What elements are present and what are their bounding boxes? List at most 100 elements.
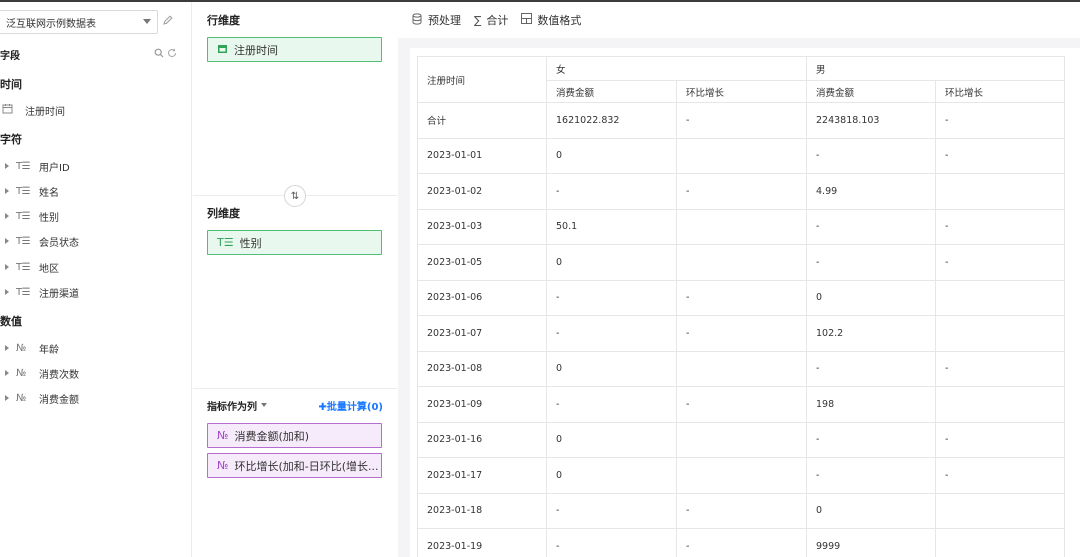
table-cell: - [935, 208, 1065, 245]
row-label-cell: 2023-01-16 [417, 421, 547, 458]
row-label-cell: 合计 [417, 102, 547, 139]
column-sub-header: 环比增长 [935, 80, 1065, 103]
field-item-gender[interactable]: T☰ 性别 [0, 207, 190, 225]
fields-panel: 泛互联网示例数据表 字段 时间 注册时间 字符 T☰ 用户ID T☰ 姓名 T☰… [0, 2, 192, 557]
table-row: 2023-01-05 0 - - [417, 244, 1065, 281]
table-cell [935, 279, 1065, 316]
field-item-age[interactable]: № 年龄 [0, 339, 190, 357]
field-item-label: 年龄 [39, 344, 59, 356]
table-cell [935, 315, 1065, 352]
swap-dimensions-icon[interactable]: ⇅ [284, 185, 306, 207]
search-icon[interactable] [154, 48, 164, 58]
batch-calc-button[interactable]: ✚批量计算(0) [319, 398, 384, 413]
total-button[interactable]: ∑ 合计 [474, 12, 508, 28]
number-type-icon: № [16, 392, 26, 404]
text-type-icon: T☰ [16, 210, 31, 222]
table-cell: 102.2 [806, 315, 936, 352]
metrics-header: 指标作为列 ✚批量计算(0) [207, 396, 384, 413]
expand-arrow-icon[interactable] [5, 213, 9, 219]
table-cell: - [935, 244, 1065, 281]
column-sub-header: 消费金额 [546, 80, 677, 103]
table-row: 合计 1621022.832-2243818.103- [417, 102, 1065, 139]
table-cell: 0 [546, 457, 677, 494]
table-cell: - [676, 386, 807, 423]
column-dimension-title: 列维度 [207, 207, 240, 220]
table-cell: - [806, 208, 936, 245]
table-cell: - [676, 173, 807, 210]
datasource-select-label: 泛互联网示例数据表 [6, 18, 96, 30]
refresh-icon[interactable] [167, 48, 177, 58]
expand-arrow-icon[interactable] [5, 370, 9, 376]
text-type-icon: T☰ [16, 235, 31, 247]
table-cell: - [676, 315, 807, 352]
table-cell [676, 244, 807, 281]
expand-arrow-icon[interactable] [5, 238, 9, 244]
table-cell [935, 492, 1065, 529]
table-row: 2023-01-16 0 - - [417, 421, 1065, 458]
calendar-icon [217, 43, 228, 57]
column-group-header: 女 [546, 56, 807, 81]
table-cell: - [546, 173, 677, 210]
field-item-consume-count[interactable]: № 消费次数 [0, 364, 190, 382]
table-cell: 0 [546, 350, 677, 387]
table-cell: - [806, 457, 936, 494]
expand-arrow-icon[interactable] [5, 289, 9, 295]
metric-chip[interactable]: № 消费金额(加和) [207, 423, 382, 448]
expand-arrow-icon[interactable] [5, 188, 9, 194]
table-row: 2023-01-19- -9999 [417, 528, 1065, 557]
table-cell: - [935, 137, 1065, 174]
field-item-label: 消费次数 [39, 369, 79, 381]
expand-arrow-icon[interactable] [5, 264, 9, 270]
metric-chip[interactable]: № 环比增长(加和-日环比(增长... [207, 453, 382, 478]
row-label-cell: 2023-01-17 [417, 457, 547, 494]
table-cell: 9999 [806, 528, 936, 557]
field-item-register-time[interactable]: 注册时间 [0, 101, 190, 119]
table-cell: - [676, 279, 807, 316]
table-cell: 2243818.103 [806, 102, 936, 139]
field-item-label: 注册时间 [25, 106, 65, 118]
table-cell [935, 386, 1065, 423]
table-cell: - [806, 137, 936, 174]
table-cell: - [806, 350, 936, 387]
field-item-channel[interactable]: T☰ 注册渠道 [0, 283, 190, 301]
table-row: 2023-01-09- -198 [417, 386, 1065, 423]
row-dimension-chip[interactable]: 注册时间 [207, 37, 382, 62]
table-row: 2023-01-03 50.1 - - [417, 208, 1065, 245]
divider [193, 388, 397, 389]
batch-calc-label: 批量计算(0) [326, 402, 383, 413]
column-dimension-chip[interactable]: T☰ 性别 [207, 230, 382, 255]
number-type-icon: № [16, 367, 26, 379]
toolbar: 预处理 ∑ 合计 数值格式 [398, 2, 1080, 38]
edit-icon[interactable] [162, 14, 174, 26]
table-cell: 1621022.832 [546, 102, 677, 139]
row-label-cell: 2023-01-01 [417, 137, 547, 174]
metrics-as-column-select[interactable]: 指标作为列 [207, 398, 257, 413]
field-item-member-status[interactable]: T☰ 会员状态 [0, 232, 190, 250]
table-cell [676, 421, 807, 458]
database-icon [412, 12, 423, 28]
datasource-select[interactable]: 泛互联网示例数据表 [0, 10, 158, 34]
dimensions-panel: 行维度 注册时间 ⇅ 列维度 T☰ 性别 指标作为列 ✚批量计算(0) № 消费… [193, 2, 397, 557]
field-item-consume-amount[interactable]: № 消费金额 [0, 389, 190, 407]
table-cell: - [546, 386, 677, 423]
app-root: 泛互联网示例数据表 字段 时间 注册时间 字符 T☰ 用户ID T☰ 姓名 T☰… [0, 0, 1080, 557]
column-sub-header: 消费金额 [806, 80, 936, 103]
table-cell: - [935, 350, 1065, 387]
number-format-button[interactable]: 数值格式 [521, 12, 581, 28]
field-item-label: 性别 [39, 212, 59, 224]
table-cell: - [935, 421, 1065, 458]
expand-arrow-icon[interactable] [5, 163, 9, 169]
expand-arrow-icon[interactable] [5, 395, 9, 401]
field-item-user-id[interactable]: T☰ 用户ID [0, 157, 190, 175]
table-cell: 198 [806, 386, 936, 423]
field-item-name[interactable]: T☰ 姓名 [0, 182, 190, 200]
table-cell: - [935, 457, 1065, 494]
table-cell [935, 528, 1065, 557]
row-header-cell: 注册时间 [417, 56, 547, 103]
field-item-region[interactable]: T☰ 地区 [0, 258, 190, 276]
chevron-down-icon[interactable] [261, 403, 267, 407]
table-row: 2023-01-01 0 - - [417, 137, 1065, 174]
table-cell: 0 [546, 244, 677, 281]
preprocess-button[interactable]: 预处理 [412, 12, 461, 28]
expand-arrow-icon[interactable] [5, 345, 9, 351]
